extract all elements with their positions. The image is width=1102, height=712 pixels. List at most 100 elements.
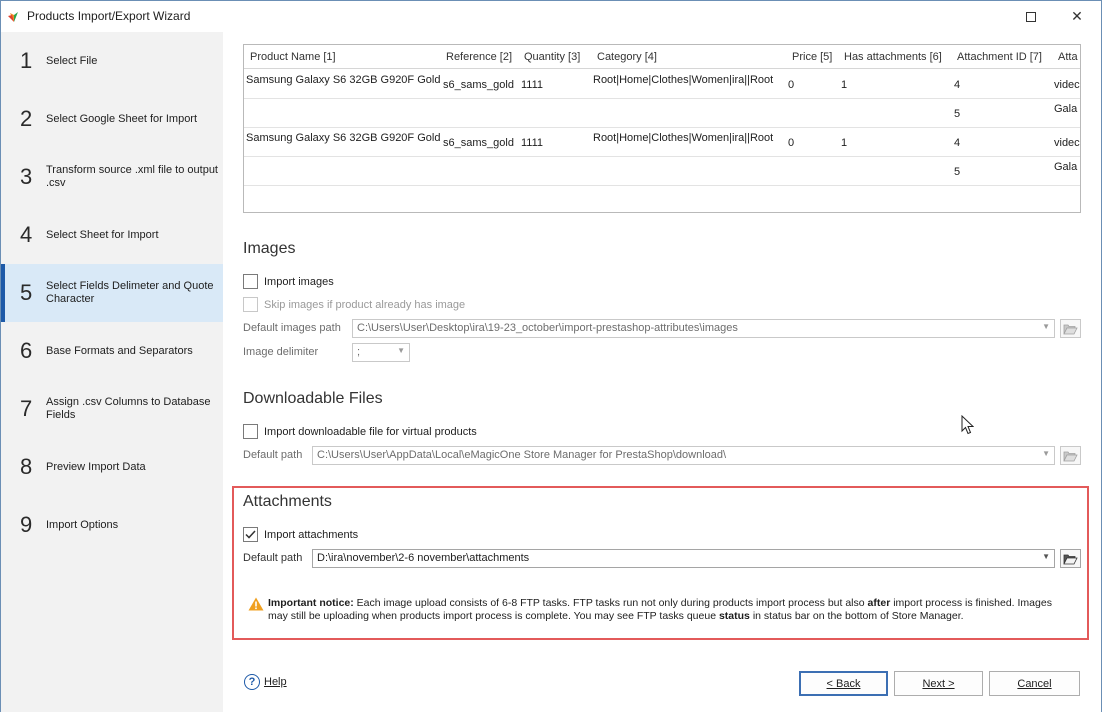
checkbox-box[interactable]: [243, 527, 258, 542]
column-header[interactable]: Category [4]: [597, 51, 657, 63]
table-row[interactable]: Samsung Galaxy S6 32GB G920F Gold s6_sam…: [244, 70, 1080, 99]
main-content: Product Name [1] Reference [2] Quantity …: [223, 32, 1101, 712]
app-logo-icon: [8, 12, 18, 22]
column-header[interactable]: Product Name [1]: [250, 51, 336, 63]
cancel-label: Cancel: [1017, 677, 1052, 690]
table-cell: videc: [1054, 137, 1080, 149]
table-cell: Root|Home|Clothes|Women|ira||Root: [593, 132, 774, 144]
wizard-steps-sidebar: 1 Select File 2 Select Google Sheet for …: [1, 32, 223, 712]
checkbox-label: Import attachments: [264, 528, 359, 541]
table-cell: 1: [841, 79, 848, 91]
help-link[interactable]: ? Help: [244, 674, 287, 690]
help-icon: ?: [244, 674, 260, 690]
window-title: Products Import/Export Wizard: [27, 9, 191, 23]
import-images-checkbox[interactable]: Import images: [243, 274, 334, 289]
step-label: Base Formats and Separators: [46, 344, 193, 357]
notice-body: in status bar on the bottom of Store Man…: [749, 610, 964, 622]
step-select-sheet[interactable]: 4 Select Sheet for Import: [1, 206, 223, 264]
table-row[interactable]: 5 Gala: [244, 157, 1080, 186]
maximize-button[interactable]: [1008, 1, 1054, 32]
notice-emphasis: status: [718, 610, 750, 622]
step-number: 3: [20, 164, 33, 189]
step-label: Select File: [46, 54, 98, 67]
chevron-down-icon: ▼: [397, 346, 405, 355]
skip-images-checkbox: Skip images if product already has image: [243, 297, 465, 312]
table-cell: 5: [954, 108, 961, 120]
folder-open-icon: [1063, 451, 1078, 461]
downloadable-browse-button: [1060, 446, 1081, 465]
table-cell: 4: [954, 79, 961, 91]
combo-value: C:\Users\User\Desktop\ira\19-23_october\…: [357, 322, 738, 334]
step-label: Select Google Sheet for Import: [46, 112, 198, 125]
column-header[interactable]: Has attachments [6]: [844, 51, 942, 63]
table-cell: 4: [954, 137, 961, 149]
table-cell: Samsung Galaxy S6 32GB G920F Gold: [246, 132, 441, 144]
table-cell: 1111: [521, 137, 544, 149]
attachments-section-title: Attachments: [243, 493, 332, 510]
step-number: 5: [20, 280, 33, 305]
step-number: 4: [20, 222, 33, 247]
step-number: 9: [20, 512, 33, 537]
table-cell: 5: [954, 166, 961, 178]
downloadable-path-combo: C:\Users\User\AppData\Local\eMagicOne St…: [312, 446, 1055, 465]
images-path-combo: C:\Users\User\Desktop\ira\19-23_october\…: [352, 319, 1055, 338]
table-cell: Gala: [1054, 103, 1078, 115]
warning-icon: [248, 597, 264, 611]
wizard-window: Products Import/Export Wizard ✕ 1 Select…: [0, 0, 1102, 712]
column-header[interactable]: Atta: [1058, 51, 1078, 63]
checkbox-label: Import images: [264, 275, 334, 288]
step-label: Select Sheet for Import: [46, 228, 159, 241]
table-row[interactable]: Samsung Galaxy S6 32GB G920F Gold s6_sam…: [244, 128, 1080, 157]
step-base-formats[interactable]: 6 Base Formats and Separators: [1, 322, 223, 380]
back-button[interactable]: < Back: [799, 671, 888, 696]
checkbox-box: [243, 297, 258, 312]
downloadable-path-label: Default path: [243, 449, 303, 461]
attachments-path-label: Default path: [243, 552, 303, 564]
checkbox-box[interactable]: [243, 274, 258, 289]
image-delimiter-combo: ; ▼: [352, 343, 410, 362]
images-browse-button: [1060, 319, 1081, 338]
table-cell: Gala: [1054, 161, 1078, 173]
cancel-button[interactable]: Cancel: [989, 671, 1080, 696]
column-header[interactable]: Attachment ID [7]: [957, 51, 1042, 63]
step-fields-delimeter[interactable]: 5 Select Fields Delimeter and Quote Char…: [1, 264, 223, 322]
step-select-google-sheet[interactable]: 2 Select Google Sheet for Import: [1, 90, 223, 148]
step-transform-xml[interactable]: 3 Transform source .xml file to output .…: [1, 148, 223, 206]
table-cell: s6_sams_gold: [443, 137, 514, 149]
images-path-label: Default images path: [243, 322, 341, 334]
step-select-file[interactable]: 1 Select File: [1, 32, 223, 90]
table-cell: 1111: [521, 79, 544, 91]
import-downloadable-checkbox[interactable]: Import downloadable file for virtual pro…: [243, 424, 477, 439]
downloadable-section-title: Downloadable Files: [243, 390, 383, 407]
next-label: Next >: [922, 677, 955, 690]
step-assign-columns[interactable]: 7 Assign .csv Columns to Database Fields: [1, 380, 223, 438]
maximize-icon: [1026, 11, 1036, 22]
help-label: Help: [264, 676, 287, 688]
notice-text: Important notice: Each image upload cons…: [268, 597, 1068, 623]
attachments-path-combo[interactable]: D:\ira\november\2-6 november\attachments…: [312, 549, 1055, 568]
checkmark-icon: [245, 530, 256, 539]
grid-header: Product Name [1] Reference [2] Quantity …: [244, 45, 1080, 69]
column-header[interactable]: Price [5]: [792, 51, 832, 63]
notice-emphasis: after: [867, 597, 891, 609]
table-cell: 0: [788, 79, 795, 91]
step-import-options[interactable]: 9 Import Options: [1, 496, 223, 554]
attachments-browse-button[interactable]: [1060, 549, 1081, 568]
column-header[interactable]: Reference [2]: [446, 51, 512, 63]
step-number: 2: [20, 106, 33, 131]
column-header[interactable]: Quantity [3]: [524, 51, 580, 63]
import-preview-grid[interactable]: Product Name [1] Reference [2] Quantity …: [243, 44, 1081, 213]
combo-value: D:\ira\november\2-6 november\attachments: [317, 552, 530, 564]
step-preview-import[interactable]: 8 Preview Import Data: [1, 438, 223, 496]
import-attachments-checkbox[interactable]: Import attachments: [243, 527, 358, 542]
notice-heading: Important notice:: [268, 597, 354, 609]
next-button[interactable]: Next >: [894, 671, 983, 696]
table-cell: 0: [788, 137, 795, 149]
close-button[interactable]: ✕: [1054, 1, 1100, 32]
table-cell: 1: [841, 137, 848, 149]
images-section-title: Images: [243, 240, 296, 257]
image-delimiter-label: Image delimiter: [243, 346, 319, 358]
table-row[interactable]: 5 Gala: [244, 99, 1080, 128]
checkbox-box[interactable]: [243, 424, 258, 439]
chevron-down-icon: ▼: [1042, 449, 1050, 458]
